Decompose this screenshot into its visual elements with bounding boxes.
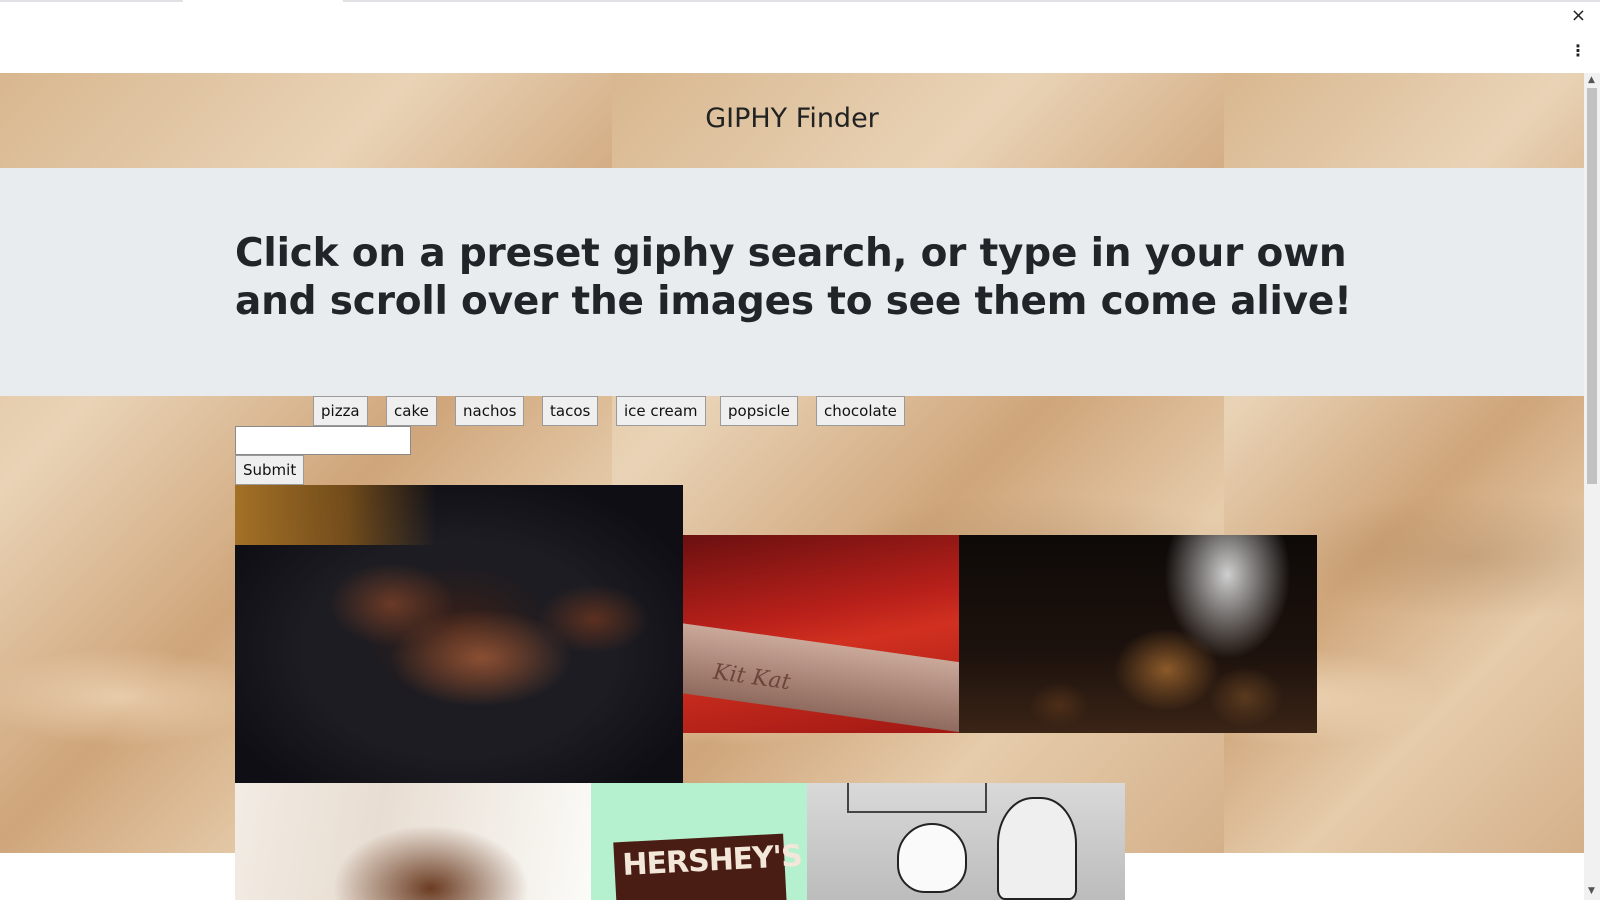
active-tab-indicator: [183, 0, 343, 3]
jumbotron: Click on a preset giphy search, or type …: [0, 168, 1584, 396]
gif-image-cream-puffs[interactable]: [959, 535, 1317, 733]
kebab-menu-icon[interactable]: ⋮: [1570, 43, 1586, 59]
gif-image-brownies[interactable]: [235, 485, 683, 783]
page-viewport: GIPHY Finder Click on a preset giphy sea…: [0, 73, 1584, 900]
gif-image-cartoon[interactable]: [807, 783, 1125, 900]
preset-button-tacos[interactable]: tacos: [542, 396, 599, 426]
instructions-heading: Click on a preset giphy search, or type …: [235, 231, 1352, 324]
browser-chrome: × ⋮: [0, 0, 1600, 73]
preset-button-pizza[interactable]: pizza: [313, 396, 368, 426]
gif-image-chocolate-milk[interactable]: [235, 783, 591, 900]
close-icon[interactable]: ×: [1571, 6, 1586, 26]
preset-button-nachos[interactable]: nachos: [455, 396, 525, 426]
scroll-down-arrow-icon[interactable]: ▼: [1588, 886, 1595, 896]
cartoon-picture-frame: [847, 783, 987, 813]
hersheys-wordmark: HERSHEY'S: [621, 838, 803, 884]
site-title: GIPHY Finder: [705, 103, 879, 134]
preset-button-ice-cream[interactable]: ice cream: [616, 396, 706, 426]
kitkat-wordmark: Kit Kat: [711, 659, 793, 696]
hersheys-bar: HERSHEY'S: [613, 833, 803, 900]
submit-button[interactable]: Submit: [235, 455, 305, 485]
cartoon-dog: [897, 823, 967, 893]
preset-button-chocolate[interactable]: chocolate: [816, 396, 905, 426]
preset-button-cake[interactable]: cake: [386, 396, 437, 426]
gif-image-hersheys[interactable]: HERSHEY'S: [591, 783, 807, 900]
gif-image-kitkat[interactable]: Kit Kat: [683, 535, 959, 733]
scrollbar-thumb[interactable]: [1587, 88, 1597, 484]
vertical-scrollbar[interactable]: ▲ ▼: [1584, 73, 1600, 900]
cartoon-man: [997, 797, 1077, 900]
search-input[interactable]: [235, 426, 411, 455]
preset-button-popsicle[interactable]: popsicle: [720, 396, 798, 426]
scroll-up-arrow-icon[interactable]: ▲: [1588, 75, 1595, 85]
